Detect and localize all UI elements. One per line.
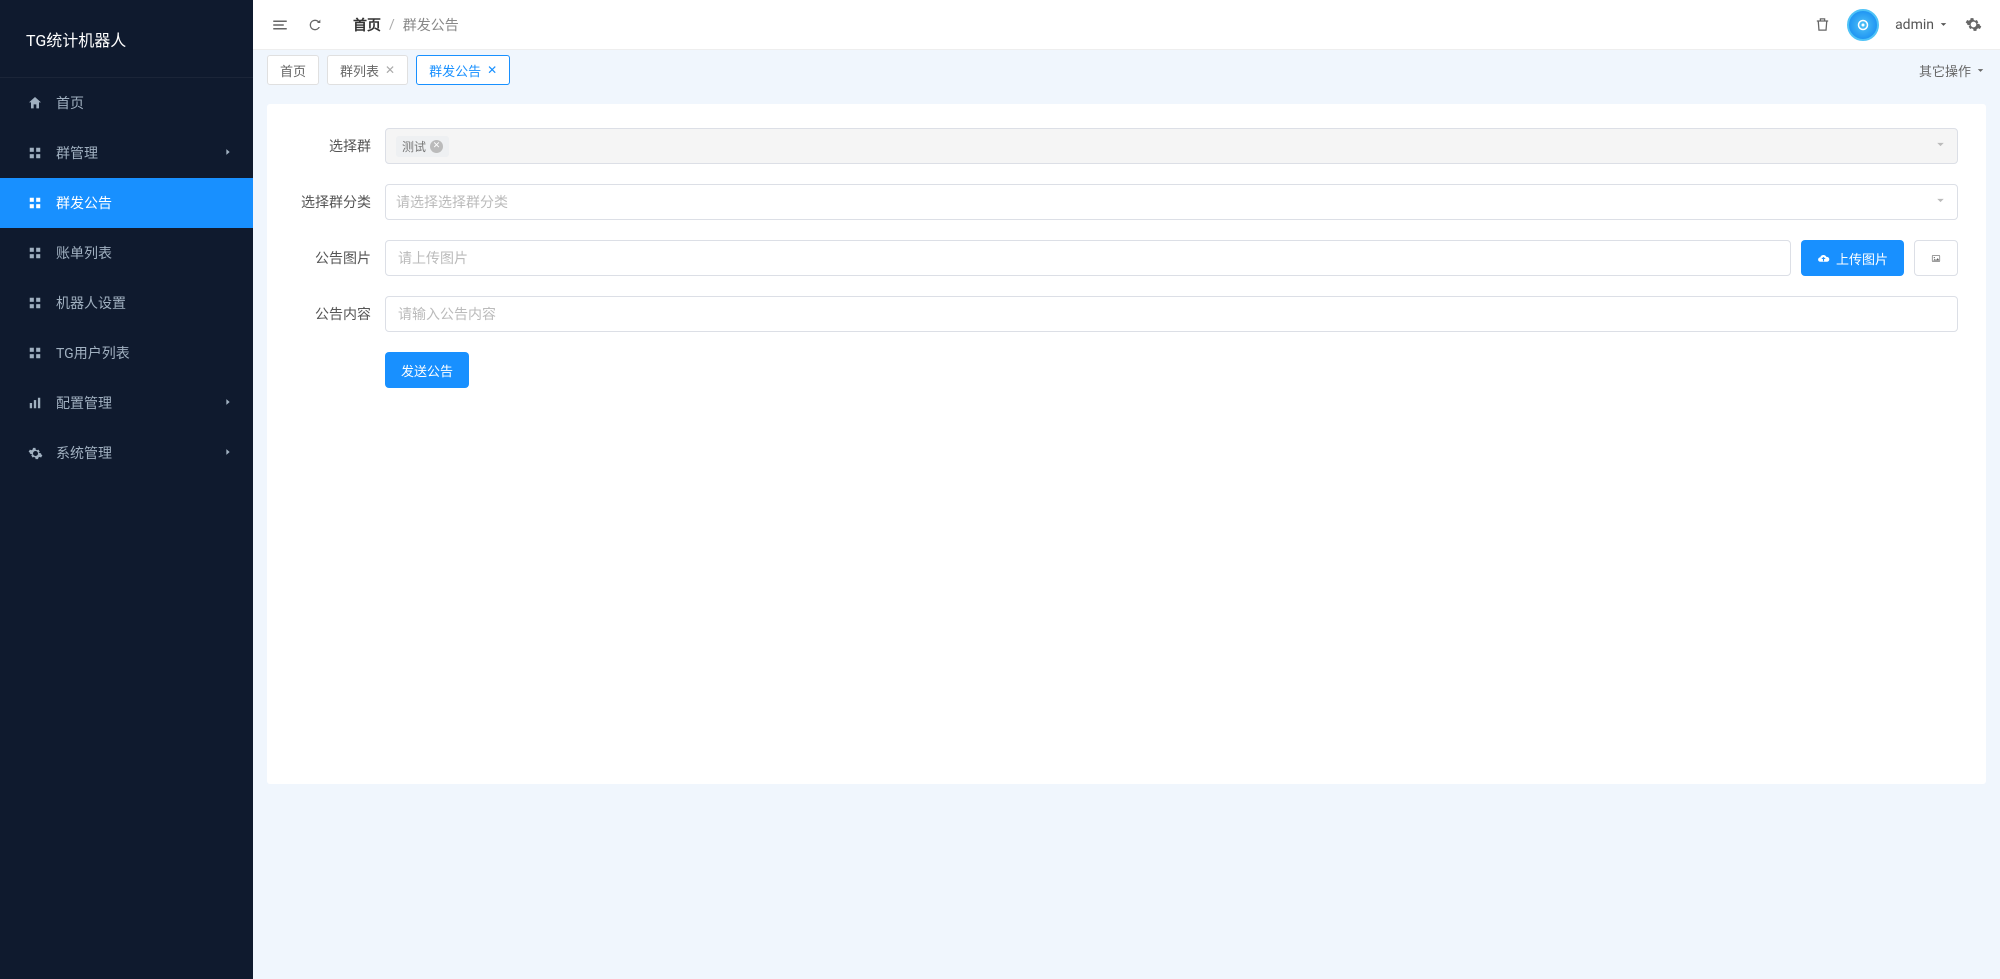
grid-icon [26,194,44,212]
user-menu[interactable]: admin [1895,17,1949,33]
chevron-right-icon [223,395,233,411]
upload-button-label: 上传图片 [1836,249,1888,268]
tab-group-list[interactable]: 群列表 ✕ [327,55,408,85]
tab-label: 首页 [280,61,306,80]
sidebar-item-home[interactable]: 首页 [0,78,253,128]
image-label: 公告图片 [295,248,385,268]
tag-close-icon[interactable]: ✕ [430,140,443,153]
grid-icon [26,144,44,162]
avatar[interactable] [1847,9,1879,41]
sidebar-item-system[interactable]: 系统管理 [0,428,253,478]
sidebar-menu: 首页 群管理 群发公告 账单列表 机器人设置 TG用户列表 [0,78,253,979]
chevron-down-icon [1975,65,1986,76]
preview-image-button[interactable] [1914,240,1958,276]
chevron-right-icon [223,145,233,161]
content-label: 公告内容 [295,304,385,324]
image-input[interactable] [385,240,1791,276]
select-group[interactable]: 测试 ✕ [385,128,1958,164]
trash-icon[interactable] [1814,16,1831,33]
chevron-down-icon [1934,138,1947,155]
cloud-upload-icon [1817,252,1830,265]
sidebar-item-label: 群发公告 [56,193,112,213]
grid-icon [26,244,44,262]
image-icon [1931,251,1941,266]
user-name-label: admin [1895,17,1934,33]
sidebar-item-label: 群管理 [56,143,98,163]
tab-label: 群列表 [340,61,379,80]
tab-broadcast[interactable]: 群发公告 ✕ [416,55,510,85]
content: 选择群 测试 ✕ 选择群分类 [253,90,2000,979]
sidebar-item-tg-users[interactable]: TG用户列表 [0,328,253,378]
grid-icon [26,294,44,312]
app-logo: TG统计机器人 [0,0,253,78]
sidebar-item-label: 首页 [56,93,84,113]
select-category[interactable]: 请选择选择群分类 [385,184,1958,220]
sidebar-item-bot-settings[interactable]: 机器人设置 [0,278,253,328]
chevron-down-icon [1934,194,1947,211]
content-input[interactable] [385,296,1958,332]
select-group-label: 选择群 [295,136,385,156]
breadcrumb-item[interactable]: 首页 [353,15,381,35]
sidebar-item-group-manage[interactable]: 群管理 [0,128,253,178]
tab-label: 群发公告 [429,61,481,80]
chevron-right-icon [223,445,233,461]
tabs-actions[interactable]: 其它操作 [1919,61,1986,80]
upload-image-button[interactable]: 上传图片 [1801,240,1904,276]
grid-icon [26,344,44,362]
sidebar-item-label: 配置管理 [56,393,112,413]
sidebar-item-config[interactable]: 配置管理 [0,378,253,428]
header: 首页 / 群发公告 admin [253,0,2000,50]
select-category-label: 选择群分类 [295,192,385,212]
gear-icon [26,444,44,462]
selected-tag: 测试 ✕ [396,136,449,157]
breadcrumb-separator: / [389,17,395,33]
chevron-down-icon [1938,19,1949,30]
menu-toggle-icon[interactable] [271,16,289,34]
breadcrumb-item: 群发公告 [403,15,459,35]
bars-icon [26,394,44,412]
sidebar-item-bill-list[interactable]: 账单列表 [0,228,253,278]
home-icon [26,94,44,112]
main: 首页 / 群发公告 admin 首页 群列表 ✕ [253,0,2000,979]
tab-home[interactable]: 首页 [267,55,319,85]
settings-icon[interactable] [1965,16,1982,33]
breadcrumb: 首页 / 群发公告 [353,15,459,35]
sidebar-item-label: 账单列表 [56,243,112,263]
sidebar-item-broadcast[interactable]: 群发公告 [0,178,253,228]
sidebar-item-label: 机器人设置 [56,293,126,313]
tag-label: 测试 [402,138,426,155]
submit-button[interactable]: 发送公告 [385,352,469,388]
tabs-actions-label: 其它操作 [1919,61,1971,80]
refresh-icon[interactable] [307,17,323,33]
select-placeholder: 请选择选择群分类 [396,192,508,212]
sidebar-item-label: TG用户列表 [56,343,130,363]
sidebar-item-label: 系统管理 [56,443,112,463]
sidebar: TG统计机器人 首页 群管理 群发公告 账单列表 机器人设置 [0,0,253,979]
close-icon[interactable]: ✕ [385,63,395,77]
form-panel: 选择群 测试 ✕ 选择群分类 [267,104,1986,784]
app-title: TG统计机器人 [26,27,126,51]
close-icon[interactable]: ✕ [487,63,497,77]
tabs-bar: 首页 群列表 ✕ 群发公告 ✕ 其它操作 [253,50,2000,90]
